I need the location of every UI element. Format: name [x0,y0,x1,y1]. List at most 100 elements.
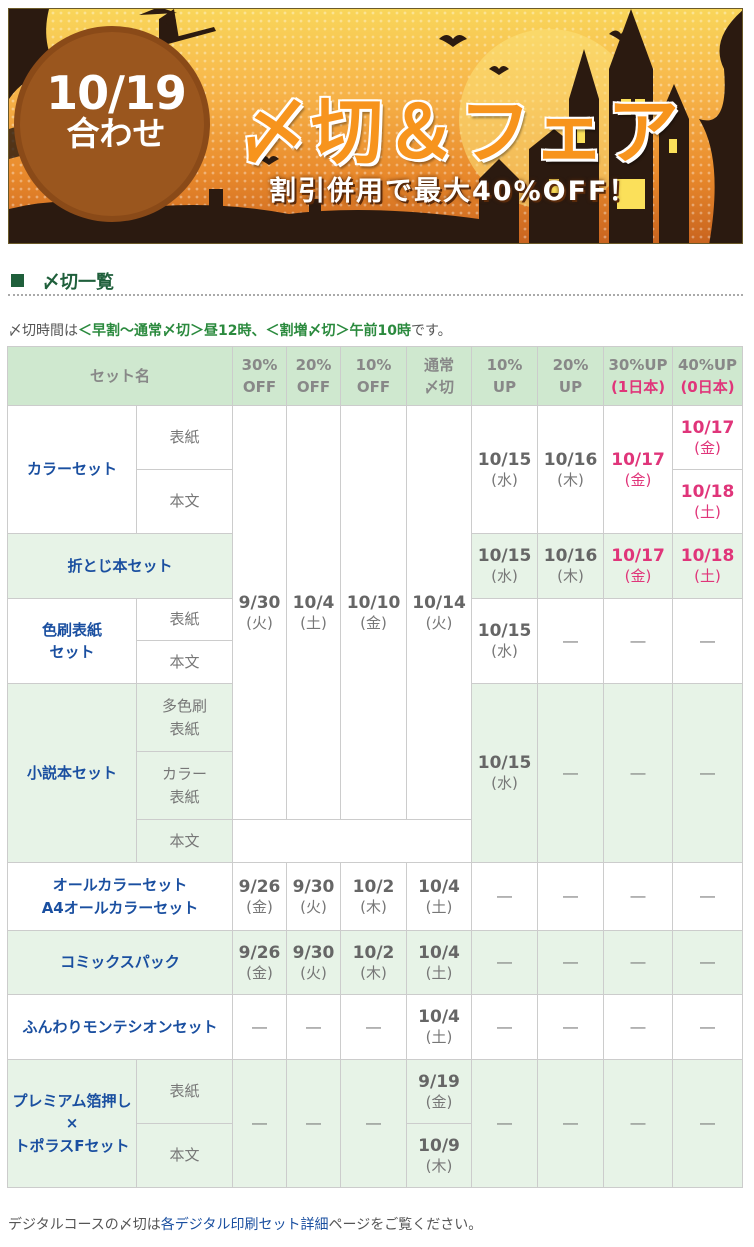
set-link-premium[interactable]: プレミアム箔押し × トポラスFセット [13,1092,132,1155]
cell-20off: 9/30 (火) [286,930,342,995]
cell-10off: 10/2 (木) [340,930,408,995]
footer-suffix: ページをご覧ください。 [328,1217,483,1233]
subpart-body: 本文 [135,1123,234,1188]
subpart-body: 本文 [135,819,234,863]
table-row: コミックスパック 9/26 (金) 9/30 (火) 10/2 (木) 10/4 (土)… [6,930,744,995]
cell-dash: ― [603,598,674,684]
cell-dash: ― [471,862,539,931]
cell-dash: ― [471,1059,539,1188]
note-part2: ＜割増〆切＞午前10時 [265,323,411,339]
cell-20up: 10/16 (木) [537,405,605,534]
deadline-time-note: 〆切時間は＜早割～通常〆切＞昼12時、＜割増〆切＞午前10時です。 [8,320,452,340]
header-row: セット名 30% OFF 20% OFF 10% OFF 通常 〆切 10% UP 20%… [6,346,744,406]
digital-course-note: デジタルコースの〆切は各デジタル印刷セット詳細ページをご覧ください。 [8,1214,482,1234]
table-row: カラーセット 表紙 9/30 (火) 10/4 (土) 10/10 (金) 10/14… [7,405,744,820]
cell-dash: ― [537,994,605,1060]
cell-dash: ― [340,994,408,1060]
set-link-irozuri[interactable]: 色刷表紙 セット [42,621,102,662]
subpart-cover: 表紙 [135,598,234,641]
cell-20up: 10/16 (木) [537,533,605,599]
note-suffix: です。 [410,323,452,339]
cell-dash: ― [672,598,744,684]
cell-dash: ― [340,1059,408,1188]
cell-10up: 10/15 (水) [471,683,539,863]
section-title: 〆切一覧 [42,272,114,293]
deadline-table: セット名 30% OFF 20% OFF 10% OFF 通常 〆切 10% UP 20%… [6,346,744,1188]
cell-40up-cover: 10/17 (金) [672,405,744,470]
set-link-color[interactable]: カラーセット [27,460,117,478]
cell-dash: ― [672,930,744,995]
header-20up: 20% UP [537,346,605,406]
halloween-fair-banner: 10/19 合わせ 〆切＆フェア 割引併用で最大40%OFF！ [8,8,743,244]
digital-set-details-link[interactable]: 各デジタル印刷セット詳細 [161,1217,329,1233]
cell-dash: ― [672,994,744,1060]
cell-dash: ― [537,930,605,995]
cell-30off: 9/26 (金) [232,930,288,995]
subpart-color-cover: カラー 表紙 [135,751,234,820]
cell-regular: 10/4 (土) [406,862,473,931]
table-row: オールカラーセット A4オールカラーセット 9/26 (金) 9/30 (火) 10/… [6,862,744,931]
cell-dash: ― [603,994,674,1060]
footer-prefix: デジタルコースの〆切は [8,1217,161,1233]
table-row: ふんわりモンテシオンセット ― ― ― 10/4 (土) ― ― ― ― [6,994,744,1060]
header-set-name: セット名 [6,346,234,406]
header-regular: 通常 〆切 [406,346,473,406]
cell-regular-merged: 10/14 (火) [406,405,473,820]
cell-regular-body: 10/9 (木) [406,1123,473,1188]
cell-40up-body: 10/18 (土) [672,469,744,534]
header-10off: 10% OFF [340,346,408,406]
fair-subtitle: 割引併用で最大40%OFF！ [269,176,638,207]
cell-regular-cover: 9/19 (金) [406,1059,473,1124]
cell-dash: ― [537,598,605,684]
fair-date-suffix: 合わせ [66,114,166,154]
note-prefix: 〆切時間は [8,323,78,339]
subpart-body: 本文 [135,469,234,534]
table-row: プレミアム箔押し × トポラスFセット 表紙 ― ― ― 9/19 (金) ― ― ―… [7,1059,744,1188]
cell-dash: ― [672,683,744,863]
fair-date-badge: 10/19 合わせ [27,69,205,152]
cell-30up: 10/17 (金) [603,405,674,534]
cell-dash: ― [603,930,674,995]
cell-10off: 10/2 (木) [340,862,408,931]
cell-dash: ― [232,994,288,1060]
cell-10up: 10/15 (水) [471,533,539,599]
fair-title: 〆切＆フェア [235,89,682,176]
header-30off: 30% OFF [232,346,288,406]
cell-20off-merged: 10/4 (土) [286,405,342,820]
set-link-shosetsu[interactable]: 小説本セット [27,764,117,782]
cell-30off: 9/26 (金) [232,862,288,931]
cell-20off: 9/30 (火) [286,862,342,931]
subpart-cover: 表紙 [135,405,234,470]
set-link-orito[interactable]: 折とじ本セット [68,557,173,575]
cell-10up: 10/15 (水) [471,598,539,684]
cell-40up: 10/18 (土) [672,533,744,599]
square-bullet-icon [11,274,24,287]
cell-dash: ― [471,930,539,995]
section-heading: 〆切一覧 [8,266,743,296]
cell-30off-merged: 9/30 (火) [232,405,288,820]
cell-regular: 10/4 (土) [406,930,473,995]
set-link-comics[interactable]: コミックスパック [60,953,180,971]
subpart-cover: 表紙 [135,1059,234,1124]
subpart-body: 本文 [135,640,234,684]
cell-dash: ― [537,862,605,931]
cell-dash: ― [672,862,744,931]
cell-dash: ― [537,683,605,863]
subpart-multicolor-cover: 多色刷 表紙 [135,683,234,752]
cell-dash: ― [672,1059,744,1188]
header-10up: 10% UP [471,346,539,406]
fair-date: 10/19 [46,66,187,120]
set-link-allcolor[interactable]: オールカラーセット A4オールカラーセット [42,876,199,917]
set-link-funwari[interactable]: ふんわりモンテシオンセット [23,1018,218,1036]
header-30up: 30%UP (1日本) [603,346,674,406]
cell-dash: ― [603,862,674,931]
note-part1: ＜早割～通常〆切＞昼12時、 [78,323,266,339]
header-40up: 40%UP (0日本) [672,346,744,406]
cell-dash: ― [537,1059,605,1188]
cell-dash: ― [471,994,539,1060]
cell-dash: ― [603,683,674,863]
header-20off: 20% OFF [286,346,342,406]
cell-30up: 10/17 (金) [603,533,674,599]
cell-10up: 10/15 (水) [471,405,539,534]
cell-regular: 10/4 (土) [406,994,473,1060]
